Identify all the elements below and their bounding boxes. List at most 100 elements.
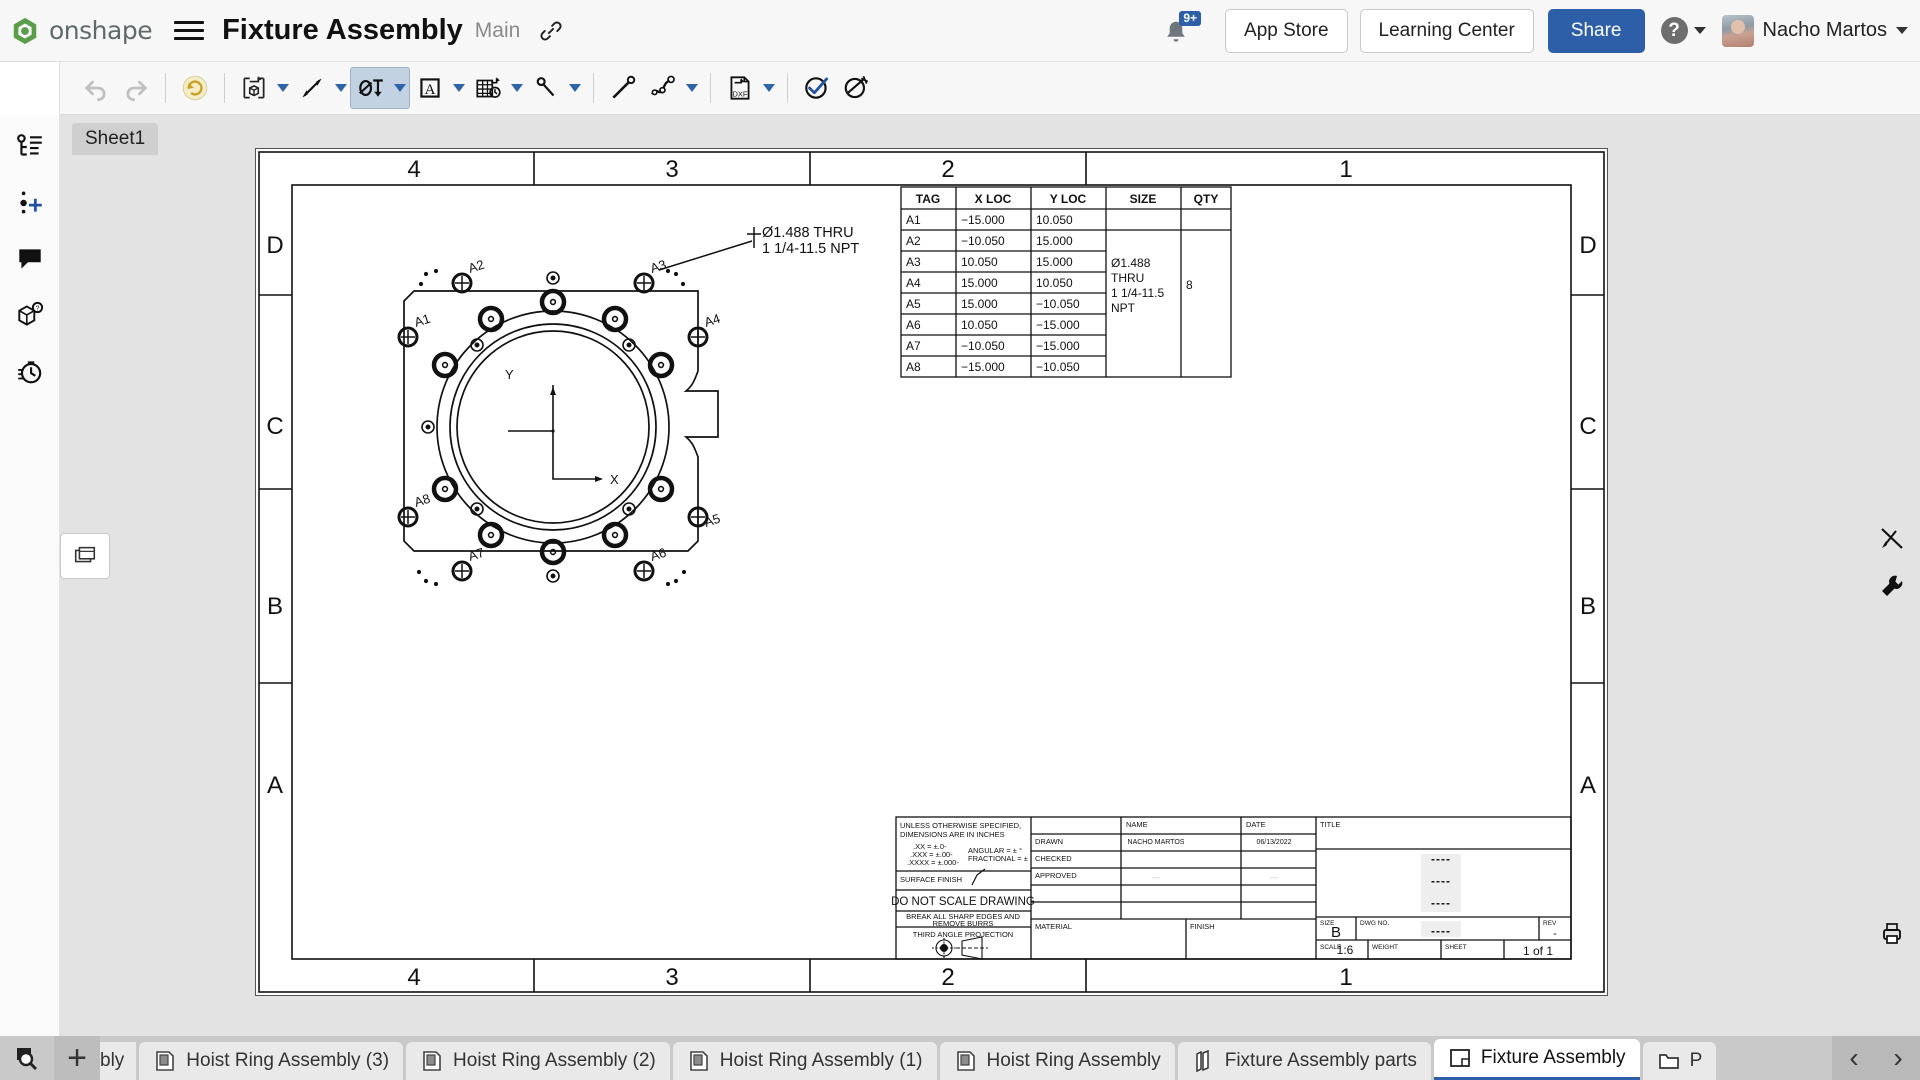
print-button[interactable] <box>1870 910 1914 956</box>
zone-top-4: 4 <box>407 156 420 183</box>
check-drawing-icon[interactable] <box>797 68 837 108</box>
link-icon[interactable] <box>538 18 564 44</box>
cell-tag-4: A4 <box>906 276 921 290</box>
drawing-icon <box>1450 1049 1470 1067</box>
search-icon <box>17 1048 37 1070</box>
sheet-tab[interactable]: Sheet1 <box>72 123 159 155</box>
insert-view-dropdown[interactable] <box>274 68 292 108</box>
cell-x-6: 10.050 <box>961 318 998 332</box>
hole-table-header-xloc: X LOC <box>975 192 1012 206</box>
share-button[interactable]: Share <box>1547 8 1645 53</box>
view-stack-button[interactable] <box>60 533 110 579</box>
hole-table-header-size: SIZE <box>1130 192 1157 206</box>
top-bar-right: 9+ App Store Learning Center Share ? Nac… <box>1157 0 1920 61</box>
drawn-name-value: NACHO MARTOS <box>1128 839 1185 846</box>
title-value-3: ---- <box>1431 896 1451 910</box>
sidebar-item-views[interactable]: ? <box>10 295 50 335</box>
approved-date-placeholder: --- <box>1270 873 1278 882</box>
balloon-dropdown[interactable] <box>566 68 584 108</box>
cell-size-3: 1 1/4-11.5 <box>1111 286 1164 300</box>
dwg-no-label: DWG NO. <box>1360 920 1389 927</box>
user-name-label: Nacho Martos <box>1762 19 1888 41</box>
title-label: TITLE <box>1320 820 1340 829</box>
cell-tag-3: A3 <box>906 255 921 269</box>
menu-hamburger-icon[interactable] <box>174 18 205 44</box>
cell-y-5: −10.050 <box>1036 297 1080 311</box>
dxf-export-icon[interactable]: DXF <box>720 68 760 108</box>
app-store-button[interactable]: App Store <box>1225 8 1348 53</box>
folder-icon <box>1658 1054 1679 1069</box>
add-tab-button[interactable]: + <box>54 1036 100 1080</box>
insert-view-icon[interactable] <box>234 68 274 108</box>
top-bar: onshape Fixture Assembly Main 9+ App Sto… <box>0 0 1920 62</box>
hide-annotations-button[interactable] <box>1870 515 1914 561</box>
tab-hoist-ring-assembly-3[interactable]: Hoist Ring Assembly (3) <box>139 1042 404 1080</box>
table-icon[interactable] <box>468 68 508 108</box>
sidebar-item-history[interactable] <box>10 351 50 391</box>
left-rail: ? <box>0 115 60 1040</box>
do-not-scale-label: DO NOT SCALE DRAWING <box>891 896 1035 908</box>
dxf-export-dropdown[interactable] <box>760 68 778 108</box>
assembly-icon <box>156 1051 175 1071</box>
hole-callout-dropdown[interactable] <box>391 68 409 108</box>
tab-hoist-ring-assembly[interactable]: Hoist Ring Assembly <box>939 1042 1175 1080</box>
tab-next-button[interactable]: › <box>1876 1036 1920 1080</box>
sidebar-item-drawing-tree[interactable] <box>10 127 50 167</box>
cell-y-3: 15.000 <box>1036 255 1073 269</box>
cell-y-8: −10.050 <box>1036 360 1080 374</box>
title-value-2: ---- <box>1431 874 1451 888</box>
help-menu[interactable]: ? <box>1660 17 1706 44</box>
callout-line-1: Ø1.488 THRU <box>762 225 854 241</box>
notifications-button[interactable]: 9+ <box>1157 9 1203 53</box>
tab-folder[interactable]: P <box>1642 1042 1717 1080</box>
tab-nav: ‹ › <box>1832 1036 1920 1080</box>
tab-hoist-ring-assembly-1[interactable]: Hoist Ring Assembly (1) <box>672 1042 937 1080</box>
tab-prev-button[interactable]: ‹ <box>1832 1036 1876 1080</box>
tab-bly[interactable]: bly <box>100 1042 137 1080</box>
balloon-icon[interactable] <box>526 68 566 108</box>
sidebar-item-insert[interactable] <box>10 183 50 223</box>
note-dropdown[interactable] <box>450 68 468 108</box>
spline-icon[interactable] <box>643 68 683 108</box>
cell-tag-7: A7 <box>906 339 921 353</box>
dimension-dropdown[interactable] <box>332 68 350 108</box>
zone-left-C: C <box>266 413 283 440</box>
weight-label: WEIGHT <box>1372 944 1398 951</box>
drawing-canvas[interactable]: Sheet1 4 3 2 1 4 3 2 1 D C B A D C B A A… <box>60 115 1920 1040</box>
hole-callout-icon[interactable] <box>351 68 391 108</box>
third-angle-label: THIRD ANGLE PROJECTION <box>913 930 1013 939</box>
spline-dropdown[interactable] <box>683 68 701 108</box>
svg-text:DXF: DXF <box>733 90 748 99</box>
tab-search-button[interactable] <box>0 1036 54 1080</box>
cell-size-1: Ø1.488 <box>1111 256 1151 270</box>
insert-icon <box>19 191 42 214</box>
redo-icon[interactable] <box>116 68 156 108</box>
drawing-sheet[interactable]: 4 3 2 1 4 3 2 1 D C B A D C B A A1 A2 A3… <box>255 148 1608 996</box>
line-icon[interactable] <box>603 68 643 108</box>
cell-x-3: 10.050 <box>961 255 998 269</box>
tab-fixture-assembly-parts[interactable]: Fixture Assembly parts <box>1177 1042 1431 1080</box>
printer-icon <box>1883 923 1901 944</box>
drawing-properties-button[interactable] <box>1870 563 1914 609</box>
col-date-label: DATE <box>1246 820 1265 829</box>
views-cube-icon: ? <box>17 301 43 326</box>
col-name-label: NAME <box>1126 820 1148 829</box>
sidebar-item-comments[interactable] <box>10 239 50 279</box>
zone-right-A: A <box>1580 772 1596 799</box>
svg-text:?: ? <box>35 305 39 312</box>
note-icon[interactable]: A <box>410 68 450 108</box>
table-dropdown[interactable] <box>508 68 526 108</box>
dimension-icon[interactable] <box>292 68 332 108</box>
tab-hoist-ring-assembly-2[interactable]: Hoist Ring Assembly (2) <box>406 1042 670 1080</box>
comment-icon <box>18 249 41 269</box>
undo-icon[interactable] <box>76 68 116 108</box>
document-tab-bar: + bly Hoist Ring Assembly (3) Hoist Ring… <box>0 1036 1920 1080</box>
user-menu[interactable]: Nacho Martos <box>1721 14 1908 47</box>
brand[interactable]: onshape <box>0 16 153 46</box>
rotate-view-icon[interactable] <box>175 68 215 108</box>
measure-icon[interactable] <box>837 68 877 108</box>
learning-center-button[interactable]: Learning Center <box>1359 8 1534 53</box>
title-value-1: ---- <box>1431 852 1451 866</box>
cell-y-2: 15.000 <box>1036 234 1073 248</box>
tab-fixture-assembly[interactable]: Fixture Assembly <box>1433 1039 1640 1080</box>
